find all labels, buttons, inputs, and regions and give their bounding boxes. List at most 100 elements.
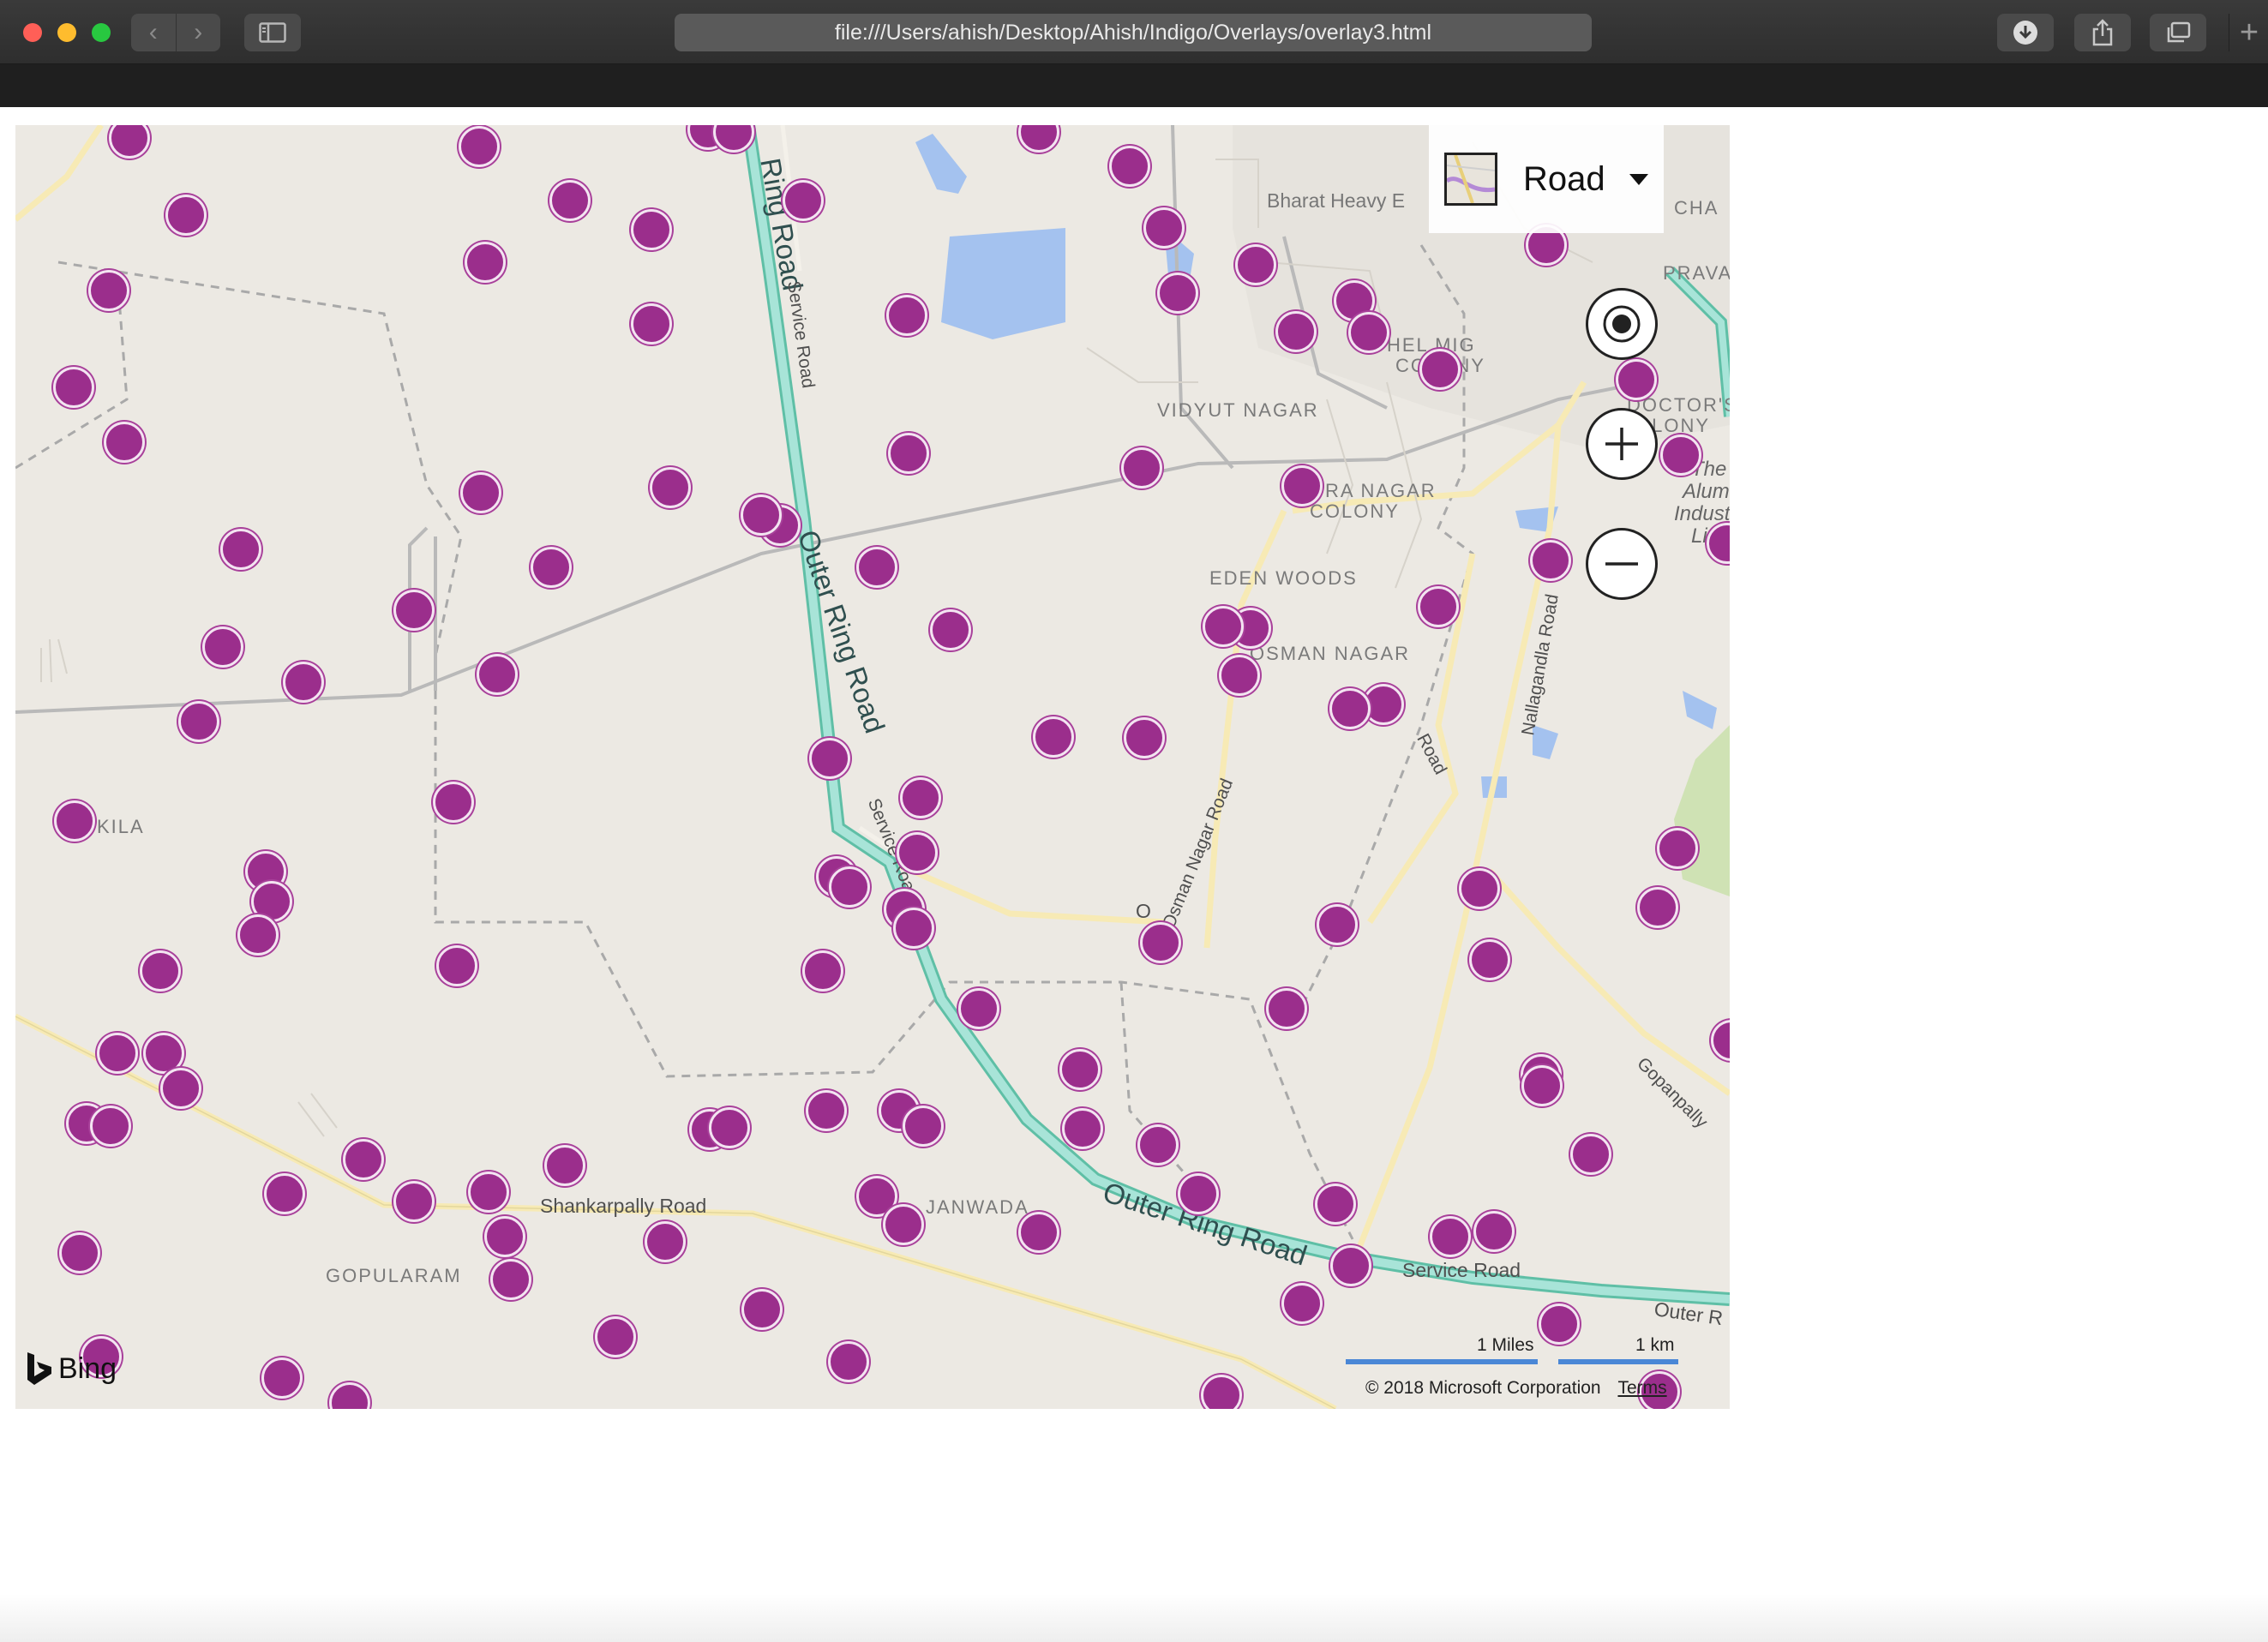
map-pin[interactable] xyxy=(393,1181,435,1222)
map-pin[interactable] xyxy=(1033,716,1074,758)
map-pin[interactable] xyxy=(709,1107,750,1148)
map-pin[interactable] xyxy=(645,1221,686,1262)
map-pin[interactable] xyxy=(53,367,94,408)
address-bar[interactable]: file:///Users/ahish/Desktop/Ahish/Indigo… xyxy=(675,14,1592,51)
map-pin[interactable] xyxy=(531,547,572,588)
map-pin[interactable] xyxy=(741,1289,783,1330)
map-pin[interactable] xyxy=(741,494,782,536)
map-pin[interactable] xyxy=(897,832,938,873)
map-pin[interactable] xyxy=(1473,1211,1515,1252)
map-pin[interactable] xyxy=(1062,1108,1103,1149)
map-pin[interactable] xyxy=(1059,1049,1101,1090)
map-pin[interactable] xyxy=(1281,1283,1323,1324)
map-pin[interactable] xyxy=(202,626,243,668)
map-pin[interactable] xyxy=(90,1106,131,1147)
map-pin[interactable] xyxy=(888,433,929,474)
map-pin[interactable] xyxy=(1530,540,1571,581)
map-pin[interactable] xyxy=(549,180,591,221)
terms-link[interactable]: Terms xyxy=(1617,1378,1666,1398)
map-pin[interactable] xyxy=(1459,868,1500,909)
map-pin[interactable] xyxy=(88,270,129,311)
map-pin[interactable] xyxy=(1660,434,1701,476)
map-pin[interactable] xyxy=(900,777,941,818)
downloads-button[interactable] xyxy=(1997,14,2054,51)
map-pin[interactable] xyxy=(1315,1184,1356,1225)
map-pin[interactable] xyxy=(1157,273,1198,314)
map-pin[interactable] xyxy=(468,1172,509,1213)
map-pin[interactable] xyxy=(59,1232,100,1273)
map-pin[interactable] xyxy=(104,422,145,463)
locate-me-button[interactable] xyxy=(1586,288,1658,360)
map-pin[interactable] xyxy=(1430,1216,1471,1257)
map-pin[interactable] xyxy=(544,1145,585,1186)
map-pin[interactable] xyxy=(165,195,207,236)
map-pin[interactable] xyxy=(1124,717,1165,758)
map-pin[interactable] xyxy=(220,529,261,570)
map-pin[interactable] xyxy=(1143,207,1185,249)
zoom-in-button[interactable] xyxy=(1586,408,1658,480)
map-pin[interactable] xyxy=(886,295,927,336)
map-pin[interactable] xyxy=(343,1139,384,1180)
map-pin[interactable] xyxy=(1657,828,1698,869)
map-pin[interactable] xyxy=(283,662,324,703)
map-pin[interactable] xyxy=(1418,586,1459,627)
map-style-picker[interactable]: Road xyxy=(1429,125,1664,233)
map-pin[interactable] xyxy=(54,800,95,842)
map-pin[interactable] xyxy=(490,1259,531,1300)
map-pin[interactable] xyxy=(160,1068,201,1109)
map-pin[interactable] xyxy=(433,782,474,823)
bing-logo[interactable]: Bing xyxy=(26,1351,117,1387)
map-pin[interactable] xyxy=(802,950,843,992)
map-pin[interactable] xyxy=(1281,465,1323,506)
share-button[interactable] xyxy=(2074,14,2131,51)
map-pin[interactable] xyxy=(261,1357,303,1399)
map-pin[interactable] xyxy=(883,1204,924,1245)
map-pin[interactable] xyxy=(459,126,500,167)
map-pin[interactable] xyxy=(1616,359,1657,400)
map-pin[interactable] xyxy=(1201,1375,1242,1409)
map-pin[interactable] xyxy=(650,467,691,508)
window-minimize-button[interactable] xyxy=(57,23,76,42)
map-pin[interactable] xyxy=(460,472,501,513)
map-pin[interactable] xyxy=(1235,244,1276,285)
map-pin[interactable] xyxy=(1266,988,1307,1029)
map-pin[interactable] xyxy=(97,1033,138,1074)
forward-button[interactable]: › xyxy=(175,14,221,51)
map-pin[interactable] xyxy=(1275,311,1317,352)
map-pin[interactable] xyxy=(484,1216,525,1257)
map-pin[interactable] xyxy=(140,950,181,992)
map-pin[interactable] xyxy=(829,866,870,908)
map-pin[interactable] xyxy=(1348,312,1389,353)
map-pin[interactable] xyxy=(178,701,219,742)
map-pin[interactable] xyxy=(809,738,850,779)
map-pin[interactable] xyxy=(436,945,477,986)
map-pin[interactable] xyxy=(1419,349,1461,390)
map-canvas[interactable]: Bharat Heavy E CHA PRAVAT HEL MIG COLONY… xyxy=(15,125,1730,1409)
map-pin[interactable] xyxy=(1109,146,1150,187)
map-pin[interactable] xyxy=(1637,887,1678,928)
zoom-out-button[interactable] xyxy=(1586,528,1658,600)
map-pin[interactable] xyxy=(1330,1245,1371,1286)
map-pin[interactable] xyxy=(1521,1065,1563,1106)
window-close-button[interactable] xyxy=(23,23,42,42)
map-pin[interactable] xyxy=(631,209,672,250)
map-pin[interactable] xyxy=(237,914,279,956)
map-pin[interactable] xyxy=(631,303,672,345)
show-tabs-button[interactable] xyxy=(2150,14,2206,51)
map-pin[interactable] xyxy=(806,1090,847,1131)
map-pin[interactable] xyxy=(1469,939,1510,980)
map-pin[interactable] xyxy=(903,1106,944,1147)
map-pin[interactable] xyxy=(958,988,999,1029)
map-pin[interactable] xyxy=(393,590,435,631)
map-pin[interactable] xyxy=(1219,655,1260,696)
map-pin[interactable] xyxy=(595,1316,636,1357)
sidebar-toggle-button[interactable] xyxy=(244,14,301,51)
back-button[interactable]: ‹ xyxy=(131,14,176,51)
map-pin[interactable] xyxy=(1570,1134,1611,1175)
map-pin[interactable] xyxy=(783,180,824,221)
map-pin[interactable] xyxy=(477,654,518,695)
map-pin[interactable] xyxy=(264,1173,305,1214)
map-pin[interactable] xyxy=(1140,922,1181,963)
map-pin[interactable] xyxy=(1178,1173,1219,1214)
map-pin[interactable] xyxy=(828,1341,869,1382)
